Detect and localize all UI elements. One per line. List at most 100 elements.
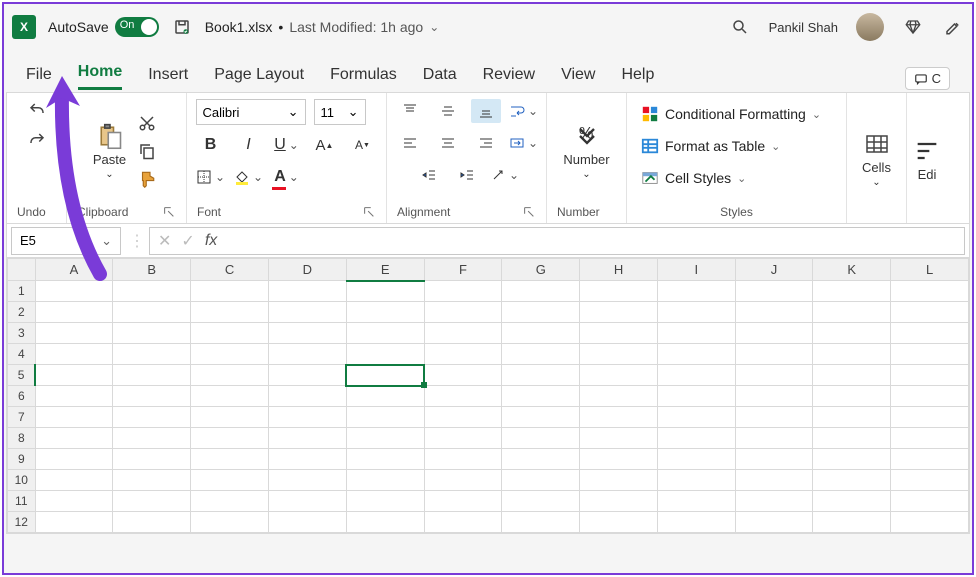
tab-insert[interactable]: Insert [148,66,188,90]
comments-button[interactable]: C [905,67,950,90]
cell-F1[interactable] [424,281,502,302]
underline-button[interactable]: U [272,133,302,157]
cell-J4[interactable] [735,344,813,365]
cell-J3[interactable] [735,323,813,344]
cell-K10[interactable] [813,470,891,491]
formula-input[interactable] [227,233,956,248]
cell-E9[interactable] [346,449,424,470]
cell-L11[interactable] [891,491,969,512]
cell-K3[interactable] [813,323,891,344]
cell-G5[interactable] [502,365,580,386]
paste-button[interactable]: Paste ⌄ [93,122,126,180]
cell-I1[interactable] [658,281,736,302]
cell-J8[interactable] [735,428,813,449]
row-header-2[interactable]: 2 [8,302,36,323]
increase-indent-button[interactable] [452,163,482,187]
cell-A2[interactable] [35,302,113,323]
merge-button[interactable] [509,131,539,155]
cell-D2[interactable] [268,302,346,323]
spreadsheet-grid[interactable]: ABCDEFGHIJKL123456789101112 [6,258,970,534]
cell-E6[interactable] [346,386,424,407]
clipboard-launcher-icon[interactable] [162,205,176,219]
cell-H8[interactable] [580,428,658,449]
row-header-12[interactable]: 12 [8,512,36,533]
cell-C2[interactable] [191,302,269,323]
cell-C11[interactable] [191,491,269,512]
cell-L2[interactable] [891,302,969,323]
tab-view[interactable]: View [561,66,595,90]
cell-G11[interactable] [502,491,580,512]
cell-D1[interactable] [268,281,346,302]
cancel-icon[interactable]: ✕ [158,231,171,251]
cell-J1[interactable] [735,281,813,302]
cell-styles-button[interactable]: Cell Styles⌄ [637,167,750,189]
cell-A6[interactable] [35,386,113,407]
cell-A9[interactable] [35,449,113,470]
cell-D6[interactable] [268,386,346,407]
cell-E4[interactable] [346,344,424,365]
cell-D5[interactable] [268,365,346,386]
align-top-button[interactable] [395,99,425,123]
autosave-toggle[interactable]: AutoSave On [48,17,159,37]
cell-I3[interactable] [658,323,736,344]
cell-A4[interactable] [35,344,113,365]
enter-icon[interactable]: ✓ [181,231,194,251]
tab-file[interactable]: File [26,66,52,90]
cell-F12[interactable] [424,512,502,533]
row-header-3[interactable]: 3 [8,323,36,344]
cell-H12[interactable] [580,512,658,533]
align-left-button[interactable] [395,131,425,155]
cell-I12[interactable] [658,512,736,533]
copy-icon[interactable] [134,140,160,162]
cell-I5[interactable] [658,365,736,386]
cell-I10[interactable] [658,470,736,491]
cell-K4[interactable] [813,344,891,365]
cell-C4[interactable] [191,344,269,365]
cell-A7[interactable] [35,407,113,428]
row-header-1[interactable]: 1 [8,281,36,302]
align-middle-button[interactable] [433,99,463,123]
cell-A8[interactable] [35,428,113,449]
cell-B9[interactable] [113,449,191,470]
cell-B7[interactable] [113,407,191,428]
cell-F5[interactable] [424,365,502,386]
cell-L4[interactable] [891,344,969,365]
name-box[interactable]: E5⌄ [11,227,121,255]
cell-C9[interactable] [191,449,269,470]
cell-B2[interactable] [113,302,191,323]
cell-I8[interactable] [658,428,736,449]
cell-D8[interactable] [268,428,346,449]
cell-D4[interactable] [268,344,346,365]
cell-F2[interactable] [424,302,502,323]
align-center-button[interactable] [433,131,463,155]
search-icon[interactable] [729,16,751,38]
bold-button[interactable]: B [196,133,226,157]
cell-B6[interactable] [113,386,191,407]
col-header-E[interactable]: E [346,259,424,281]
font-color-button[interactable]: A [272,165,302,189]
row-header-10[interactable]: 10 [8,470,36,491]
row-header-9[interactable]: 9 [8,449,36,470]
grow-font-button[interactable]: A▲ [310,133,340,157]
row-header-7[interactable]: 7 [8,407,36,428]
pen-icon[interactable] [942,16,964,38]
avatar[interactable] [856,13,884,41]
cell-A1[interactable] [35,281,113,302]
cell-I7[interactable] [658,407,736,428]
cell-L6[interactable] [891,386,969,407]
cell-H5[interactable] [580,365,658,386]
cell-K8[interactable] [813,428,891,449]
cell-C8[interactable] [191,428,269,449]
cell-E7[interactable] [346,407,424,428]
cell-B3[interactable] [113,323,191,344]
cell-F6[interactable] [424,386,502,407]
cell-A10[interactable] [35,470,113,491]
cell-B8[interactable] [113,428,191,449]
shrink-font-button[interactable]: A▼ [348,133,378,157]
cell-K5[interactable] [813,365,891,386]
cell-D3[interactable] [268,323,346,344]
tab-help[interactable]: Help [621,66,654,90]
undo-button[interactable] [24,99,50,121]
orientation-button[interactable] [490,163,520,187]
cell-B4[interactable] [113,344,191,365]
